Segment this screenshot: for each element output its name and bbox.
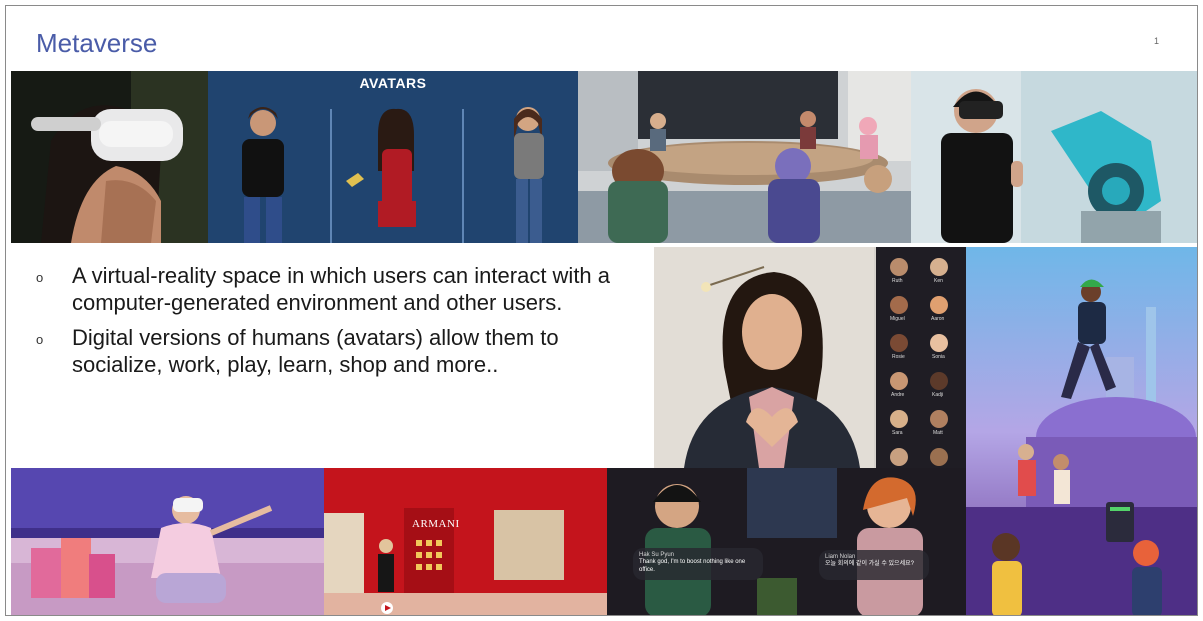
store-sign: ARMANI [412,518,460,530]
participant-name: Sara [892,430,903,436]
participant-name: Ruth [892,278,903,284]
bullet-text: Digital versions of humans (avatars) all… [72,325,559,377]
metaverse-city-illustration [966,247,1197,615]
slide: Metaverse 1 AVATARS Ruth Ken Miguel Aaro… [5,5,1198,616]
virtual-store-photo: ARMANI [324,468,607,615]
participant-name: Sonia [932,354,945,360]
chat-message: Thank god, I'm to boost nothing like one… [639,559,746,573]
chat-bubble-left: Hak Su Pyun Thank god, I'm to boost noth… [633,548,763,580]
participant-name: Kadji [932,392,944,398]
vr-man-robot-arm-photo [911,71,1197,243]
participant-name: Aaron [931,316,945,322]
virtual-meeting-room-photo [578,71,911,243]
avatars-panel-photo: AVATARS [208,71,578,243]
bullet-text: A virtual-reality space in which users c… [72,263,611,315]
bullet-marker: o [36,270,44,285]
vr-shopping-couch-photo [11,468,324,615]
slide-title: Metaverse [36,28,158,58]
participant-name: Andre [891,392,905,398]
participant-name: Miguel [890,316,905,322]
bullet-item: o Digital versions of humans (avatars) a… [28,324,648,378]
avatar-heart-video-call-photo: Ruth Ken Miguel Aaron Rosie Sonia Andre … [654,247,966,468]
bullet-marker: o [36,332,44,347]
bullet-item: o A virtual-reality space in which users… [28,262,648,316]
avatars-chatting-photo: Hak Su Pyun Thank god, I'm to boost noth… [607,468,966,615]
bullet-list: o A virtual-reality space in which users… [28,262,648,386]
chat-bubble-right: Liam Nolan 오늘 회의에 같이 가실 수 있으세요? [819,550,929,580]
vr-headset-woman-photo [11,71,208,243]
avatars-label: AVATARS [359,75,427,91]
chat-message: 오늘 회의에 같이 가실 수 있으세요? [825,561,914,567]
slide-number: 1 [1154,36,1160,46]
participant-name: Matt [933,430,943,436]
participant-name: Rosie [892,354,905,360]
participant-name: Ken [934,278,943,284]
